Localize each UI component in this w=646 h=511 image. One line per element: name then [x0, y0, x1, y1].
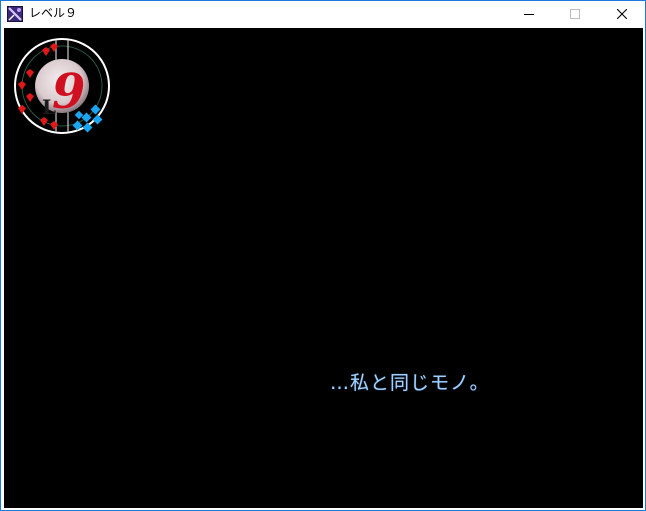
maximize-icon: [570, 9, 580, 19]
app-window: レベル９ L 9 …私と同じモノ。: [0, 0, 646, 511]
app-icon: [7, 6, 23, 22]
close-icon: [617, 9, 627, 19]
game-screen[interactable]: L 9 …私と同じモノ。: [4, 28, 643, 508]
window-title: レベル９: [29, 6, 78, 20]
level-badge: L 9: [12, 36, 112, 136]
level-number: 9: [52, 64, 85, 120]
title-bar[interactable]: レベル９: [1, 1, 645, 27]
dialogue-text: …私と同じモノ。: [330, 372, 490, 394]
close-button[interactable]: [599, 1, 645, 27]
minimize-icon: [524, 14, 534, 15]
maximize-button[interactable]: [552, 1, 598, 27]
minimize-button[interactable]: [506, 1, 552, 27]
level-badge-icon: L 9: [14, 38, 110, 134]
